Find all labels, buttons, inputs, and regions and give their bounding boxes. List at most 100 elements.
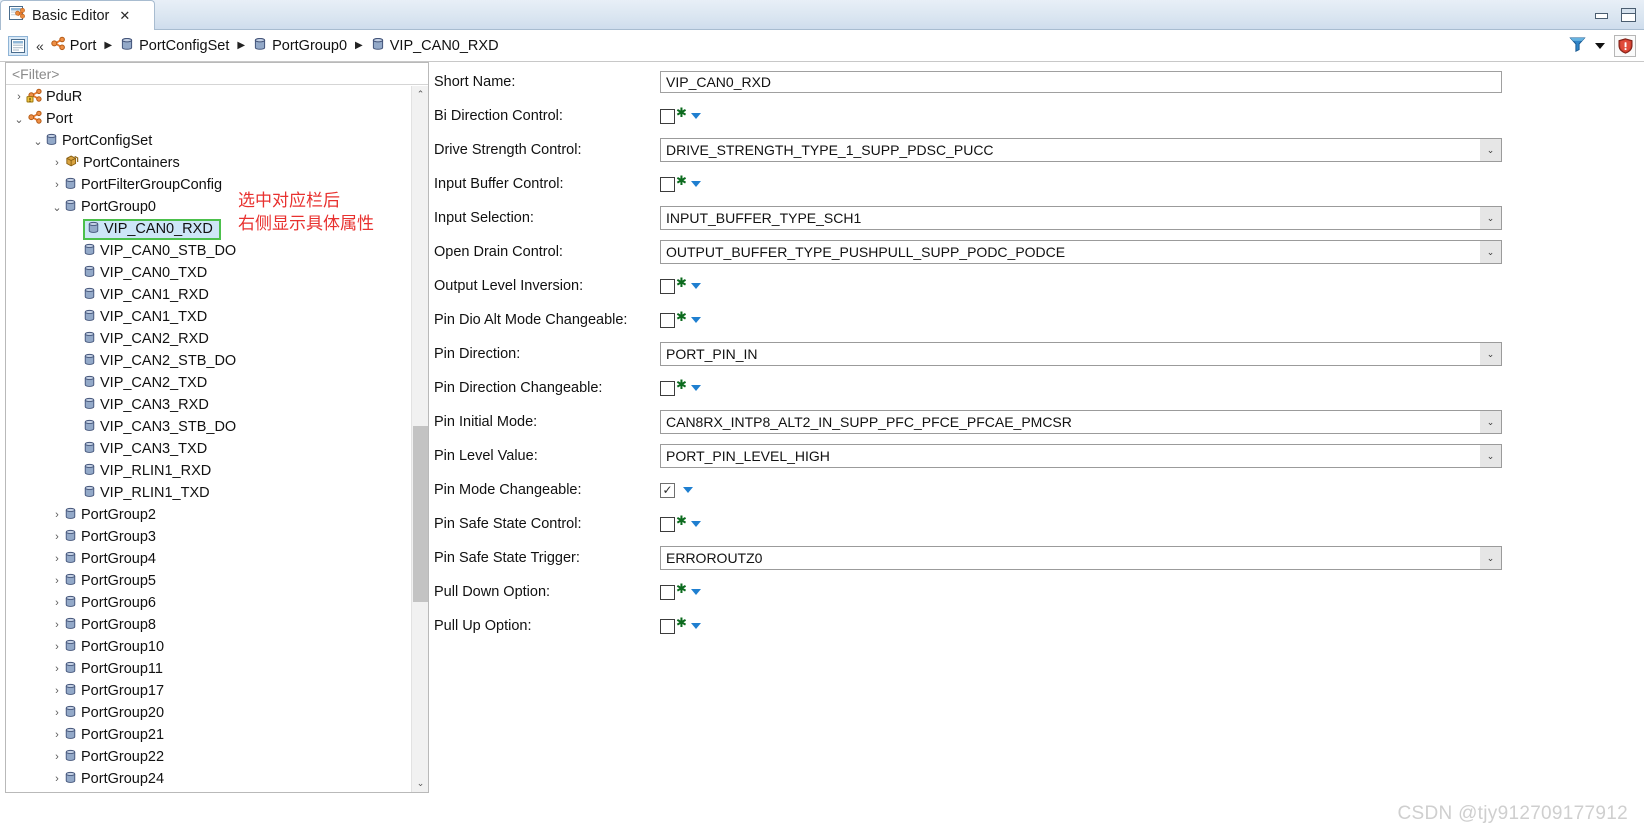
tree-item-portgroup22[interactable]: › PortGroup22 — [6, 746, 428, 768]
tree-item-portgroup3[interactable]: › PortGroup3 — [6, 526, 428, 548]
tree-item-vip-can0-txd[interactable]: VIP_CAN0_TXD — [6, 262, 428, 284]
minimize-button[interactable] — [1594, 11, 1608, 20]
breadcrumb-item-port[interactable]: Port — [49, 36, 96, 55]
value-source-dropdown-icon[interactable] — [690, 113, 701, 119]
tree-item-portgroup4[interactable]: › PortGroup4 — [6, 548, 428, 570]
tree-item-vip-can2-rxd[interactable]: VIP_CAN2_RXD — [6, 328, 428, 350]
expand-arrow-down-icon[interactable]: ⌄ — [12, 113, 26, 126]
value-source-dropdown-icon[interactable] — [690, 283, 701, 289]
pin-dio-alt-mode-changeable-checkbox[interactable] — [660, 312, 675, 328]
open-drain-control-dropdown[interactable]: OUTPUT_BUFFER_TYPE_PUSHPULL_SUPP_PODC_PO… — [660, 240, 1502, 264]
expand-arrow-right-icon[interactable]: › — [50, 707, 64, 719]
pull-up-option-checkbox[interactable] — [660, 618, 675, 634]
value-source-dropdown-icon[interactable] — [690, 521, 701, 527]
expand-arrow-right-icon[interactable]: › — [50, 729, 64, 741]
tree-item-vip-can2-txd[interactable]: VIP_CAN2_TXD — [6, 372, 428, 394]
bi-direction-control-checkbox[interactable] — [660, 108, 675, 124]
tree-item-portgroup10[interactable]: › PortGroup10 — [6, 636, 428, 658]
tree-item-vip-can1-txd[interactable]: VIP_CAN1_TXD — [6, 306, 428, 328]
value-source-dropdown-icon[interactable] — [690, 385, 701, 391]
expand-arrow-right-icon[interactable]: › — [50, 663, 64, 675]
value-source-dropdown-icon[interactable] — [690, 623, 701, 629]
tree-item-portgroup24[interactable]: › PortGroup24 — [6, 768, 428, 790]
expand-arrow-right-icon[interactable]: › — [50, 597, 64, 609]
breadcrumb-item-portgroup0[interactable]: PortGroup0 — [253, 37, 347, 55]
output-level-inversion-checkbox[interactable] — [660, 278, 675, 294]
tree-item-portgroup20[interactable]: › PortGroup20 — [6, 702, 428, 724]
chevron-down-icon[interactable]: ⌄ — [1480, 445, 1501, 467]
tree-item-vip-can2-stb-do[interactable]: VIP_CAN2_STB_DO — [6, 350, 428, 372]
pin-direction-changeable-checkbox[interactable] — [660, 380, 675, 396]
tree-item-vip-can3-txd[interactable]: VIP_CAN3_TXD — [6, 438, 428, 460]
tree-item-vip-can1-rxd[interactable]: VIP_CAN1_RXD — [6, 284, 428, 306]
tree-item-portgroup2[interactable]: › PortGroup2 — [6, 504, 428, 526]
pin-mode-changeable-checkbox[interactable]: ✓ — [660, 482, 675, 498]
expand-arrow-right-icon[interactable]: › — [50, 575, 64, 587]
pin-safe-state-control-checkbox[interactable] — [660, 516, 675, 532]
expand-arrow-right-icon[interactable]: › — [50, 509, 64, 521]
tree-item-portconfigset[interactable]: ⌄ PortConfigSet — [6, 130, 428, 152]
value-source-dropdown-icon[interactable] — [683, 487, 693, 493]
editor-icon[interactable] — [8, 35, 28, 56]
short-name-input[interactable]: VIP_CAN0_RXD — [660, 71, 1502, 93]
chevron-down-icon[interactable]: ⌄ — [1480, 411, 1501, 433]
tree-item-vip-rlin1-txd[interactable]: VIP_RLIN1_TXD — [6, 482, 428, 504]
expand-arrow-right-icon[interactable]: › — [50, 157, 64, 169]
tree-item-vip-can0-stb-do[interactable]: VIP_CAN0_STB_DO — [6, 240, 428, 262]
tree-vertical-scrollbar[interactable]: ⌃ ⌄ — [411, 86, 428, 792]
expand-arrow-right-icon[interactable]: › — [50, 751, 64, 763]
tree-item-portgroup5[interactable]: › PortGroup5 — [6, 570, 428, 592]
maximize-button[interactable] — [1621, 8, 1636, 22]
tab-basic-editor[interactable]: Basic Editor ✕ — [0, 0, 155, 30]
collapse-breadcrumb-icon[interactable]: « — [36, 38, 44, 54]
scroll-down-icon[interactable]: ⌄ — [412, 775, 429, 792]
drive-strength-control-dropdown[interactable]: DRIVE_STRENGTH_TYPE_1_SUPP_PDSC_PUCC ⌄ — [660, 138, 1502, 162]
breadcrumb-item-vip-can0-rxd[interactable]: VIP_CAN0_RXD — [371, 37, 499, 55]
value-source-dropdown-icon[interactable] — [690, 317, 701, 323]
tree-filter-input[interactable]: <Filter> — [6, 63, 428, 85]
tree-item-portgroup21[interactable]: › PortGroup21 — [6, 724, 428, 746]
scrollbar-thumb[interactable] — [413, 426, 428, 602]
value-source-dropdown-icon[interactable] — [690, 589, 701, 595]
input-selection-dropdown[interactable]: INPUT_BUFFER_TYPE_SCH1 ⌄ — [660, 206, 1502, 230]
chevron-down-icon[interactable]: ⌄ — [1480, 139, 1501, 161]
tree-item-portgroup17[interactable]: › PortGroup17 — [6, 680, 428, 702]
expand-arrow-down-icon[interactable]: ⌄ — [50, 201, 64, 214]
tree-item-portgroup8[interactable]: › PortGroup8 — [6, 614, 428, 636]
pull-down-option-checkbox[interactable] — [660, 584, 675, 600]
breadcrumb-item-portconfigset[interactable]: PortConfigSet — [120, 37, 229, 55]
expand-arrow-right-icon[interactable]: › — [50, 553, 64, 565]
shield-icon[interactable] — [1614, 35, 1636, 57]
input-buffer-control-checkbox[interactable] — [660, 176, 675, 192]
tree-item-vip-can3-stb-do[interactable]: VIP_CAN3_STB_DO — [6, 416, 428, 438]
tree-item-portgroup11[interactable]: › PortGroup11 — [6, 658, 428, 680]
expand-arrow-right-icon[interactable]: › — [50, 685, 64, 697]
tree-item-portgroup6[interactable]: › PortGroup6 — [6, 592, 428, 614]
pin-initial-mode-dropdown[interactable]: CAN8RX_INTP8_ALT2_IN_SUPP_PFC_PFCE_PFCAE… — [660, 410, 1502, 434]
expand-arrow-right-icon[interactable]: › — [50, 641, 64, 653]
chevron-down-icon[interactable]: ⌄ — [1480, 207, 1501, 229]
tree-item-portcontainers[interactable]: › PortContainers — [6, 152, 428, 174]
tree-item-pdur[interactable]: › PduR — [6, 86, 428, 108]
tree-item-port[interactable]: ⌄ Port — [6, 108, 428, 130]
scroll-up-icon[interactable]: ⌃ — [412, 86, 429, 103]
pin-safe-state-trigger-dropdown[interactable]: ERROROUTZ0 ⌄ — [660, 546, 1502, 570]
expand-arrow-down-icon[interactable]: ⌄ — [31, 135, 45, 148]
close-icon[interactable]: ✕ — [119, 9, 130, 22]
chevron-down-icon[interactable] — [1595, 43, 1605, 49]
tree-item-vip-can3-rxd[interactable]: VIP_CAN3_RXD — [6, 394, 428, 416]
expand-arrow-right-icon[interactable]: › — [50, 773, 64, 785]
expand-arrow-right-icon[interactable]: › — [50, 179, 64, 191]
expand-arrow-right-icon[interactable]: › — [50, 531, 64, 543]
filter-icon[interactable] — [1569, 36, 1586, 57]
chevron-down-icon[interactable]: ⌄ — [1480, 547, 1501, 569]
chevron-down-icon[interactable]: ⌄ — [1480, 343, 1501, 365]
chevron-down-icon[interactable]: ⌄ — [1480, 241, 1501, 263]
expand-arrow-right-icon[interactable]: › — [50, 619, 64, 631]
expand-arrow-right-icon[interactable]: › — [12, 91, 26, 103]
pin-level-value-dropdown[interactable]: PORT_PIN_LEVEL_HIGH ⌄ — [660, 444, 1502, 468]
value-source-dropdown-icon[interactable] — [690, 181, 701, 187]
tree-item-vip-rlin1-rxd[interactable]: VIP_RLIN1_RXD — [6, 460, 428, 482]
tree-item-portfiltergroupconfig[interactable]: › PortFilterGroupConfig — [6, 174, 428, 196]
pin-direction-dropdown[interactable]: PORT_PIN_IN ⌄ — [660, 342, 1502, 366]
